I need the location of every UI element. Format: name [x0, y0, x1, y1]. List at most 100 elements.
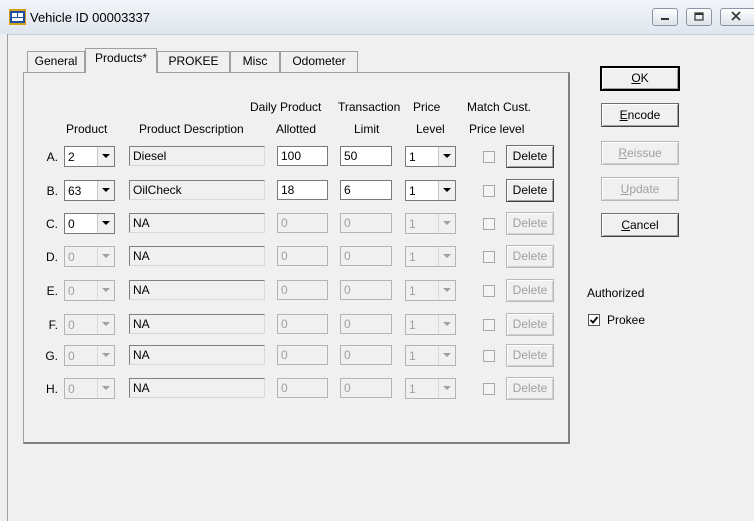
dropdown-arrow[interactable] — [438, 247, 455, 266]
row-label: B. — [46, 184, 58, 198]
allotted-input[interactable]: 0 — [277, 213, 328, 233]
chevron-down-icon — [443, 221, 451, 225]
limit-input[interactable]: 50 — [340, 146, 392, 166]
delete-button[interactable]: Delete — [506, 279, 554, 302]
price-level-select[interactable]: 1 — [405, 146, 456, 167]
product-select[interactable]: 0 — [64, 213, 115, 234]
dropdown-arrow[interactable] — [438, 181, 455, 200]
chevron-down-icon — [102, 386, 110, 390]
dropdown-arrow[interactable] — [97, 315, 114, 334]
match-price-checkbox[interactable] — [483, 319, 495, 331]
tab-general[interactable]: General — [27, 51, 85, 72]
limit-input[interactable]: 0 — [340, 246, 392, 266]
match-price-checkbox[interactable] — [483, 251, 495, 263]
match-price-checkbox[interactable] — [483, 285, 495, 297]
dropdown-arrow[interactable] — [438, 346, 455, 365]
dropdown-arrow[interactable] — [97, 247, 114, 266]
product-select[interactable]: 63 — [64, 180, 115, 201]
tab-odometer[interactable]: Odometer — [280, 51, 358, 72]
minimize-button[interactable] — [652, 8, 678, 26]
allotted-input[interactable]: 0 — [277, 345, 328, 365]
dropdown-arrow[interactable] — [438, 281, 455, 300]
dropdown-arrow[interactable] — [438, 315, 455, 334]
chevron-down-icon — [443, 188, 451, 192]
price-level-select[interactable]: 1 — [405, 345, 456, 366]
delete-button[interactable]: Delete — [506, 145, 554, 168]
window-left-border — [0, 34, 8, 521]
limit-input[interactable]: 0 — [340, 213, 392, 233]
allotted-input[interactable]: 100 — [277, 146, 328, 166]
match-price-checkbox[interactable] — [483, 185, 495, 197]
limit-input[interactable]: 0 — [340, 345, 392, 365]
chevron-down-icon — [102, 221, 110, 225]
row-label: E. — [46, 284, 58, 298]
product-select[interactable]: 0 — [64, 345, 115, 366]
dropdown-arrow[interactable] — [97, 379, 114, 398]
price-level-select[interactable]: 1 — [405, 213, 456, 234]
match-price-checkbox[interactable] — [483, 151, 495, 163]
allotted-input[interactable]: 0 — [277, 246, 328, 266]
description-field: NA — [129, 378, 265, 398]
reissue-button[interactable]: Reissue — [601, 141, 679, 165]
cancel-button[interactable]: Cancel — [601, 213, 679, 237]
header-transaction-line2: Limit — [354, 122, 380, 136]
row-label: F. — [48, 318, 58, 332]
dropdown-arrow[interactable] — [97, 181, 114, 200]
prokee-checkbox[interactable] — [588, 314, 600, 326]
tab-misc[interactable]: Misc — [230, 51, 280, 72]
tab-products[interactable]: Products* — [85, 48, 157, 73]
product-select[interactable]: 0 — [64, 314, 115, 335]
delete-button[interactable]: Delete — [506, 344, 554, 367]
delete-button[interactable]: Delete — [506, 377, 554, 400]
delete-button[interactable]: Delete — [506, 212, 554, 235]
update-button[interactable]: Update — [601, 177, 679, 201]
limit-input[interactable]: 0 — [340, 314, 392, 334]
row-label: C. — [46, 217, 58, 231]
description-field: NA — [129, 246, 265, 266]
product-select[interactable]: 0 — [64, 378, 115, 399]
dropdown-arrow[interactable] — [97, 281, 114, 300]
allotted-input[interactable]: 0 — [277, 378, 328, 398]
allotted-input[interactable]: 0 — [277, 280, 328, 300]
match-price-checkbox[interactable] — [483, 350, 495, 362]
product-select[interactable]: 0 — [64, 246, 115, 267]
header-match-line1: Match Cust. — [467, 100, 532, 114]
dropdown-arrow[interactable] — [438, 147, 455, 166]
product-select[interactable]: 0 — [64, 280, 115, 301]
dropdown-arrow[interactable] — [97, 214, 114, 233]
delete-button[interactable]: Delete — [506, 245, 554, 268]
limit-input[interactable]: 6 — [340, 180, 392, 200]
authorized-label: Authorized — [587, 286, 645, 300]
allotted-input[interactable]: 18 — [277, 180, 328, 200]
chevron-down-icon — [102, 322, 110, 326]
dropdown-arrow[interactable] — [438, 214, 455, 233]
dropdown-arrow[interactable] — [97, 346, 114, 365]
close-button[interactable] — [720, 8, 754, 26]
checkmark-icon — [589, 316, 599, 324]
dropdown-arrow[interactable] — [97, 147, 114, 166]
match-price-checkbox[interactable] — [483, 218, 495, 230]
header-price-line2: Level — [416, 122, 445, 136]
price-level-select[interactable]: 1 — [405, 180, 456, 201]
encode-button[interactable]: Encode — [601, 103, 679, 127]
price-level-select[interactable]: 1 — [405, 246, 456, 267]
title-bar[interactable]: Vehicle ID 00003337 — [0, 0, 754, 35]
product-select[interactable]: 2 — [64, 146, 115, 167]
tab-prokee[interactable]: PROKEE — [157, 51, 230, 72]
limit-input[interactable]: 0 — [340, 378, 392, 398]
delete-button[interactable]: Delete — [506, 313, 554, 336]
allotted-input[interactable]: 0 — [277, 314, 328, 334]
chevron-down-icon — [443, 288, 451, 292]
ok-button[interactable]: OK — [600, 66, 680, 91]
dropdown-arrow[interactable] — [438, 379, 455, 398]
match-price-checkbox[interactable] — [483, 383, 495, 395]
price-level-select[interactable]: 1 — [405, 280, 456, 301]
app-icon — [9, 9, 26, 25]
limit-input[interactable]: 0 — [340, 280, 392, 300]
price-level-select[interactable]: 1 — [405, 378, 456, 399]
price-level-select[interactable]: 1 — [405, 314, 456, 335]
window-title: Vehicle ID 00003337 — [30, 10, 150, 25]
delete-button[interactable]: Delete — [506, 179, 554, 202]
chevron-down-icon — [443, 386, 451, 390]
maximize-button[interactable] — [686, 8, 712, 26]
